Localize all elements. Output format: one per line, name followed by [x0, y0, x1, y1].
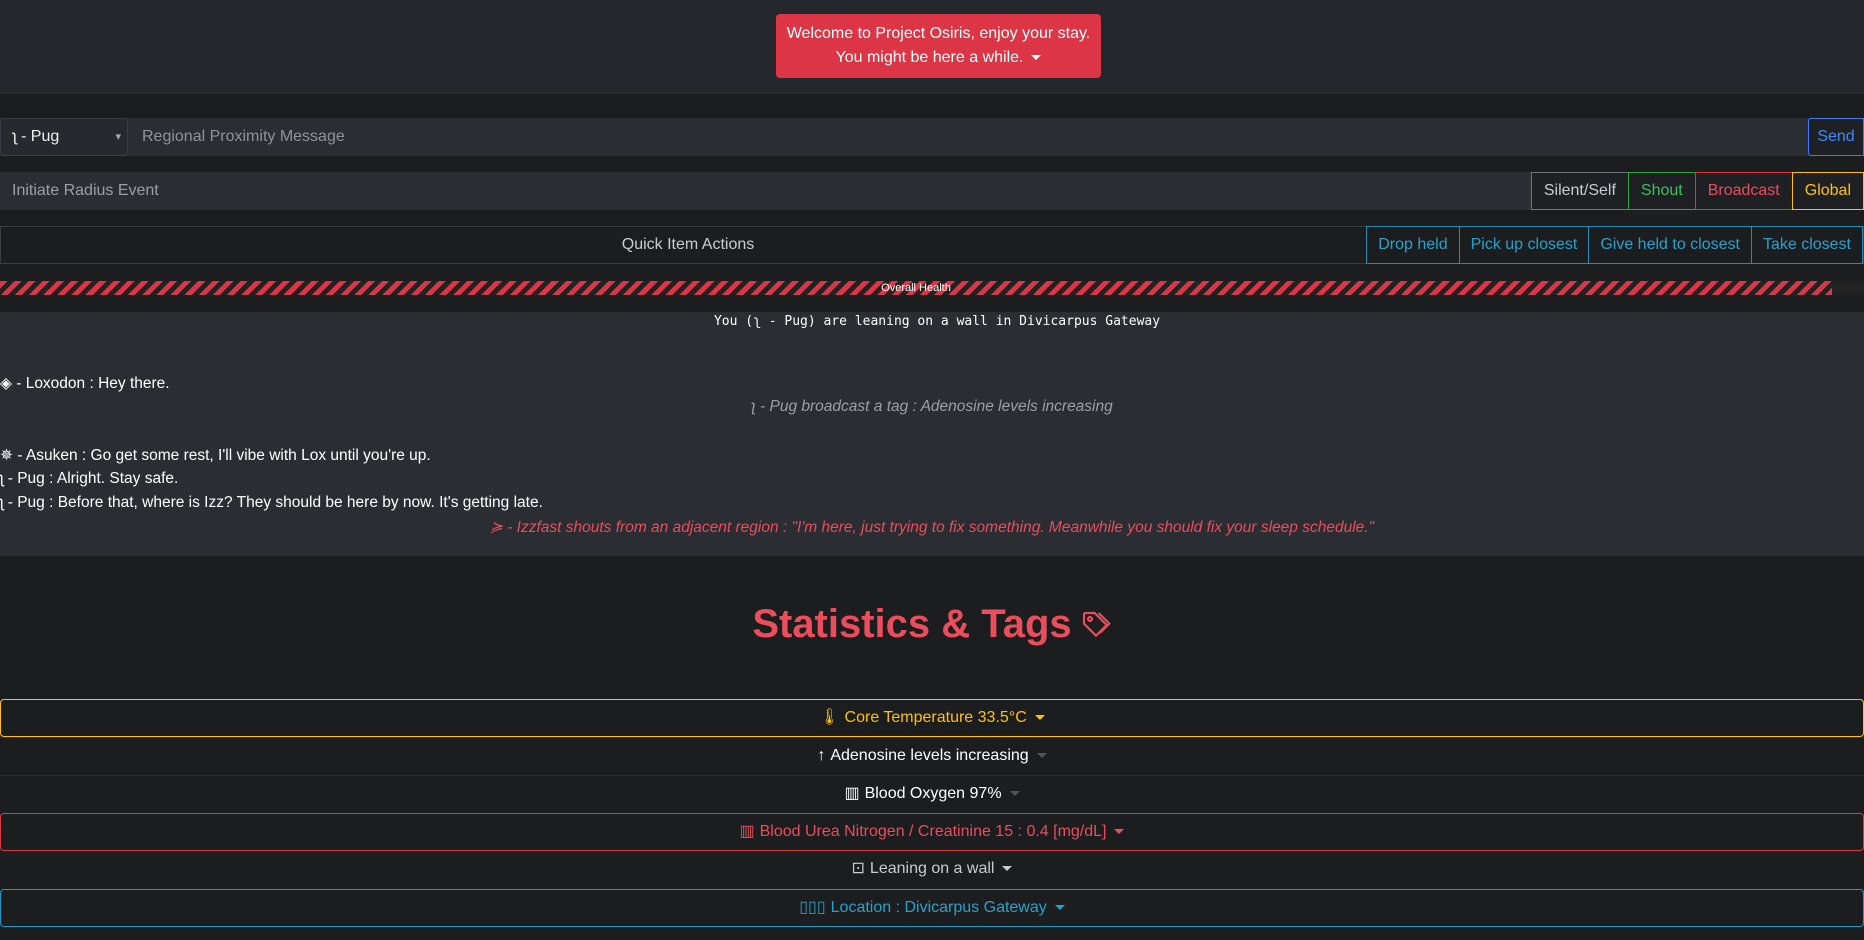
stat-label: Blood Oxygen 97% — [864, 785, 1002, 802]
player-status: You (ʅ - Pug) are leaning on a wall in D… — [713, 314, 1161, 329]
proximity-message-input[interactable]: Regional Proximity Message — [130, 118, 1806, 156]
welcome-line-2: You might be here a while. — [835, 49, 1024, 66]
drop-held-button[interactable]: Drop held — [1366, 226, 1460, 264]
take-closest-button[interactable]: Take closest — [1750, 226, 1863, 264]
adenosine-tag[interactable]: ↑ Adenosine levels increasing — [0, 737, 1864, 775]
stat-label: Blood Urea Nitrogen / Creatinine 15 : 0.… — [759, 823, 1107, 840]
caret-down-icon — [1009, 791, 1020, 797]
health-bar-label: Overall Health — [881, 282, 951, 294]
map-icon: ▯▯▯ — [799, 899, 826, 916]
bun-creatinine-tag[interactable]: ▥ Blood Urea Nitrogen / Creatinine 15 : 0… — [0, 813, 1864, 851]
chart-icon: ▥ — [739, 823, 755, 840]
location-tag[interactable]: ▯▯▯ Location : Divicarpus Gateway — [0, 889, 1864, 927]
arrow-up-icon: ↑ — [817, 747, 826, 764]
chat-broadcast-tag: ʅ - Pug broadcast a tag : Adenosine leve… — [751, 398, 1113, 415]
welcome-dropdown[interactable]: Welcome to Project Osiris, enjoy your st… — [776, 14, 1101, 78]
stats-title: Statistics & Tags — [752, 602, 1072, 646]
chart-icon: ▥ — [844, 785, 860, 802]
caret-down-icon — [1054, 905, 1065, 911]
posture-tag[interactable]: ⊡ Leaning on a wall — [0, 851, 1864, 889]
pick-up-closest-button[interactable]: Pick up closest — [1458, 226, 1590, 264]
caret-down-icon — [1031, 55, 1042, 61]
core-temperature-tag[interactable]: 🌡 Core Temperature 33.5°C — [0, 699, 1864, 737]
chevron-down-icon: ▾ — [115, 131, 121, 143]
radius-button-group: Silent/Self Shout Broadcast Global — [1530, 172, 1864, 210]
caret-down-icon — [1036, 753, 1047, 759]
overall-health-bar: Overall Health — [0, 281, 1864, 295]
blood-oxygen-tag[interactable]: ▥ Blood Oxygen 97% — [0, 775, 1864, 813]
character-select[interactable]: ʅ - Pug ▾ — [0, 118, 128, 156]
global-button[interactable]: Global — [1791, 172, 1864, 210]
caret-down-icon — [1114, 829, 1125, 835]
welcome-line-1: Welcome to Project Osiris, enjoy your st… — [786, 25, 1091, 42]
thermometer-icon: 🌡 — [819, 709, 840, 726]
give-held-to-closest-button[interactable]: Give held to closest — [1588, 226, 1752, 264]
shout-button[interactable]: Shout — [1627, 172, 1696, 210]
send-button[interactable]: Send — [1808, 118, 1864, 156]
dropdown-box-icon: ⊡ — [851, 860, 865, 877]
stat-label: Location : Divicarpus Gateway — [830, 899, 1047, 916]
chat-message: ʅ - Pug : Before that, where is Izz? The… — [0, 494, 543, 511]
chat-log: You (ʅ - Pug) are leaning on a wall in D… — [0, 312, 1864, 556]
quick-item-button-group: Drop held Pick up closest Give held to c… — [1366, 226, 1863, 264]
stat-label: Leaning on a wall — [869, 860, 995, 877]
radius-event-input[interactable]: Initiate Radius Event — [12, 172, 159, 210]
chat-shout: ≽ - Izzfast shouts from an adjacent regi… — [489, 519, 1375, 536]
tags-icon — [1082, 611, 1111, 638]
chat-message: ʅ - Pug : Alright. Stay safe. — [0, 470, 179, 487]
radius-event-bar: Initiate Radius Event Silent/Self Shout … — [0, 172, 1864, 210]
message-bar: ʅ - Pug ▾ Regional Proximity Message Sen… — [0, 118, 1864, 156]
caret-down-icon — [1002, 866, 1013, 872]
broadcast-button[interactable]: Broadcast — [1694, 172, 1793, 210]
stat-label: Core Temperature 33.5°C — [844, 709, 1027, 726]
stats-heading: Statistics & Tags — [0, 602, 1864, 647]
quick-item-actions-title: Quick Item Actions — [621, 236, 755, 253]
caret-down-icon — [1034, 715, 1045, 721]
stat-label: Adenosine levels increasing — [830, 747, 1029, 764]
chat-message: ✵ - Asuken : Go get some rest, I'll vibe… — [0, 447, 431, 464]
quick-item-actions: Quick Item Actions Drop held Pick up clo… — [0, 226, 1864, 264]
silent-self-button[interactable]: Silent/Self — [1530, 172, 1629, 210]
character-select-value: ʅ - Pug — [13, 128, 60, 145]
chat-message: ◈ - Loxodon : Hey there. — [0, 375, 170, 392]
